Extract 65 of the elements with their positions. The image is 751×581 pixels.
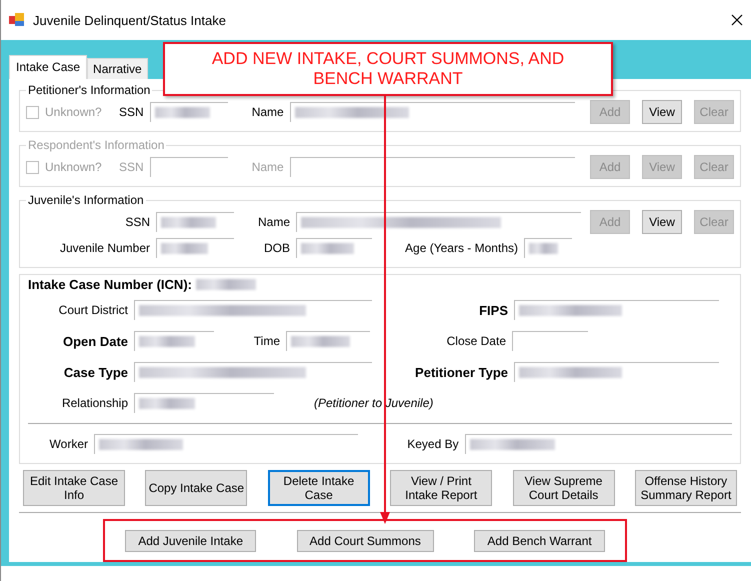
field-label: Age (Years - Months) [404, 241, 518, 255]
action-button[interactable]: View / Print Intake Report [390, 470, 492, 506]
checkbox-label: Unknown? [45, 160, 102, 174]
text-field[interactable] [524, 238, 572, 258]
action-button[interactable]: Offense History Summary Report [634, 470, 737, 506]
field-label: Petitioner Type [414, 364, 508, 380]
text-field[interactable] [286, 331, 370, 351]
redacted-value [291, 336, 350, 347]
redacted-value [161, 243, 208, 254]
group-title: Juvenile's Information [27, 193, 145, 207]
action-button[interactable]: Delete Intake Case [268, 470, 370, 506]
add-record-button[interactable]: Add Court Summons [296, 530, 434, 552]
field-label: Case Type [62, 364, 128, 380]
close-icon[interactable] [731, 14, 743, 26]
redacted-value [196, 279, 256, 290]
redacted-value [154, 107, 210, 118]
redacted-value [139, 398, 195, 409]
group-title: Petitioner's Information [27, 83, 152, 97]
tab[interactable]: Narrative [87, 58, 148, 79]
checkbox-label: Unknown? [45, 105, 102, 119]
field-label: Name [250, 105, 284, 119]
field-label: FIPS [478, 302, 508, 318]
action-button[interactable]: View Supreme Court Details [512, 470, 615, 506]
text-field[interactable] [134, 300, 372, 320]
field-label: Relationship [60, 396, 128, 410]
field-label: Open Date [62, 334, 128, 348]
text-field[interactable] [296, 238, 372, 258]
redacted-value [139, 336, 195, 347]
relationship-note: (Petitioner to Juvenile) [314, 396, 434, 410]
callout-note: ADD NEW INTAKE, COURT SUMMONS, AND BENCH WARRANT [163, 42, 613, 96]
field-label: DOB [262, 241, 290, 255]
case-number-label: Intake Case Number (ICN): [28, 277, 192, 292]
field-label: SSN [118, 105, 144, 119]
field-label: Close Date [446, 334, 506, 348]
redacted-value [529, 243, 558, 254]
text-field[interactable] [156, 238, 234, 258]
view-button[interactable]: View [642, 100, 682, 124]
action-button[interactable]: Copy Intake Case [145, 470, 248, 506]
field-label: SSN [124, 215, 150, 229]
group-title: Respondent's Information [27, 138, 166, 152]
text-field[interactable] [156, 212, 234, 232]
field-label: Keyed By [406, 437, 459, 451]
view-button[interactable]: View [642, 210, 682, 234]
add-record-button[interactable]: Add Bench Warrant [474, 530, 605, 552]
field-label: Name [250, 160, 284, 174]
text-field[interactable] [134, 331, 214, 351]
text-field[interactable] [134, 362, 372, 382]
action-button[interactable]: Edit Intake Case Info [23, 470, 125, 506]
redacted-value [161, 217, 216, 228]
redacted-value [301, 243, 354, 254]
app-icon [9, 13, 25, 27]
text-field[interactable] [296, 212, 581, 232]
unknown-checkbox[interactable] [26, 106, 39, 118]
field-label: Worker [48, 437, 88, 451]
text-field[interactable] [150, 102, 228, 122]
tab[interactable]: Intake Case [9, 55, 88, 79]
field-label: Time [252, 334, 280, 348]
window-title: Juvenile Delinquent/Status Intake [33, 12, 226, 28]
add-record-button[interactable]: Add Juvenile Intake [125, 530, 256, 552]
field-label: Juvenile Number [58, 241, 150, 255]
text-field[interactable] [514, 300, 719, 320]
field-label: Court District [58, 303, 128, 317]
field-label: Name [256, 215, 290, 229]
text-field[interactable] [514, 362, 719, 382]
field-label: SSN [118, 160, 144, 174]
